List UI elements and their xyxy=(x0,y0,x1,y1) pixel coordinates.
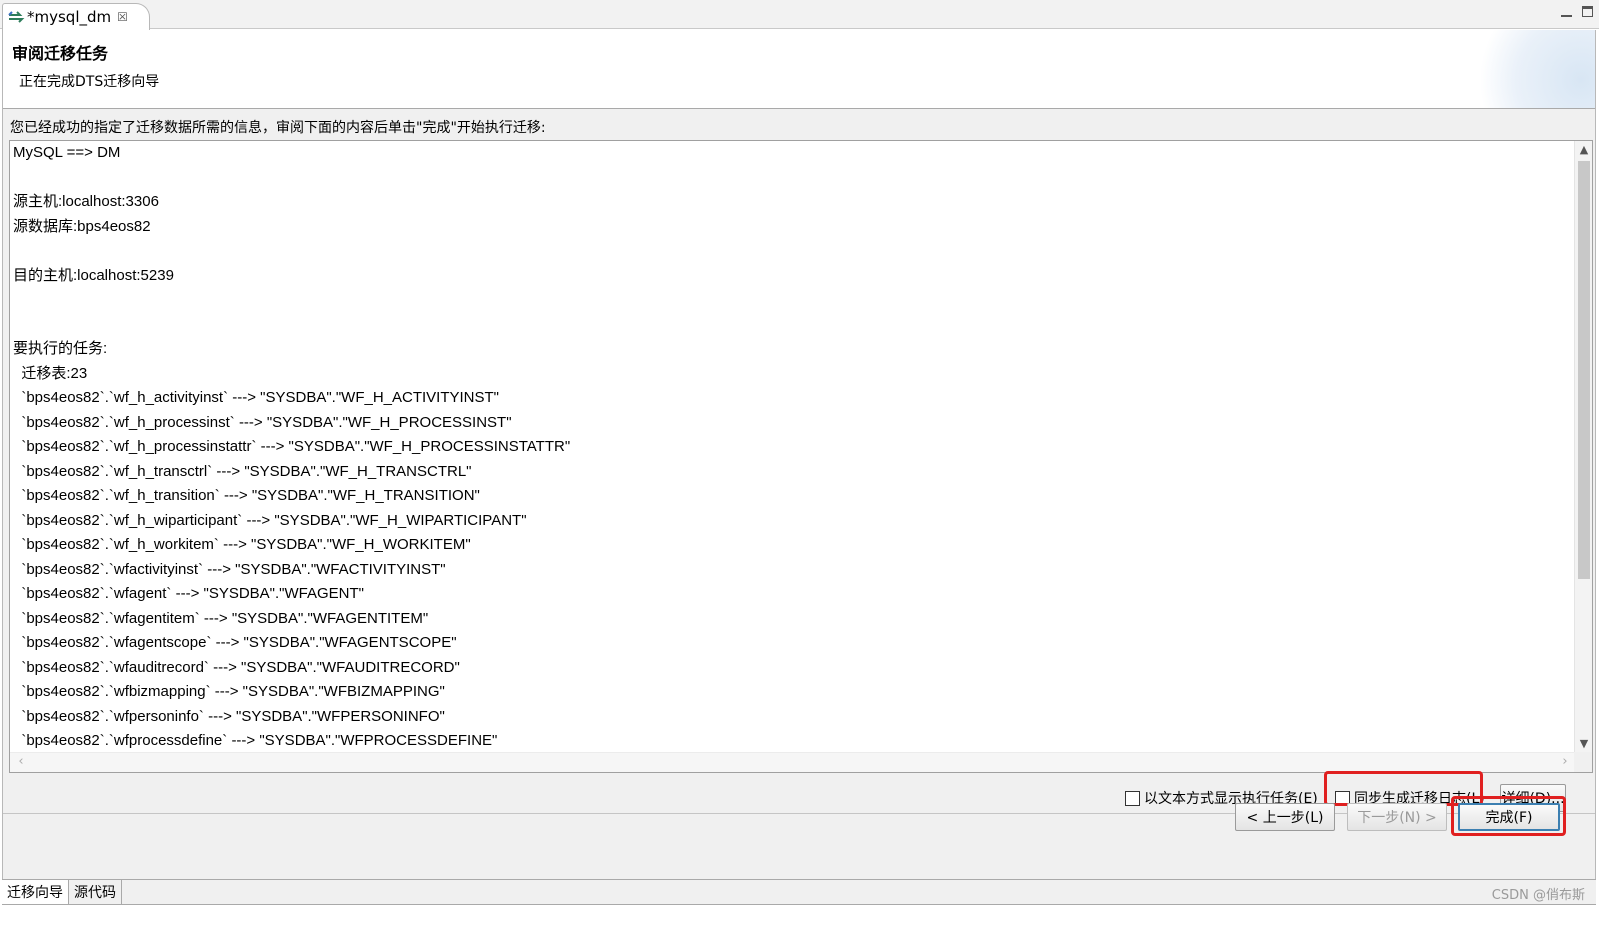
watermark: CSDN @俏布斯 xyxy=(1491,888,1585,903)
horizontal-scrollbar[interactable]: ‹ › xyxy=(10,752,1576,772)
summary-line: `bps4eos82`.`wfagent` ---> "SYSDBA"."WFA… xyxy=(13,585,364,602)
header-decoration xyxy=(1455,30,1595,108)
summary-line: `bps4eos82`.`wfauditrecord` ---> "SYSDBA… xyxy=(13,658,460,676)
scroll-corner xyxy=(1574,752,1592,772)
back-button[interactable]: < 上一步(L) xyxy=(1235,803,1335,831)
finish-highlight xyxy=(1451,796,1566,836)
scroll-up-icon[interactable]: ▲ xyxy=(1578,143,1590,157)
summary-line: 源数据库:bps4eos82 xyxy=(13,217,151,235)
summary-line: `bps4eos82`.`wfpersoninfo` ---> "SYSDBA"… xyxy=(13,707,445,725)
scroll-thumb[interactable] xyxy=(1578,161,1590,579)
scroll-down-icon[interactable]: ▼ xyxy=(1578,737,1590,751)
summary-textarea[interactable]: MySQL ==> DM 源主机:localhost:3306 源数据库:bps4e… xyxy=(9,140,1593,773)
summary-line: `bps4eos82`.`wfagentscope` ---> "SYSDBA"… xyxy=(13,634,457,651)
summary-line: `bps4eos82`.`wfagentitem` ---> "SYSDBA".… xyxy=(13,609,429,627)
migration-arrows-icon xyxy=(8,11,25,23)
summary-line xyxy=(13,239,1563,264)
summary-line: `bps4eos82`.`wfactivityinst` ---> "SYSDB… xyxy=(13,560,446,578)
page-title: 审阅迁移任务 xyxy=(12,44,109,63)
summary-line: 源主机:localhost:3306 xyxy=(13,193,159,210)
scroll-left-icon[interactable]: ‹ xyxy=(14,755,28,769)
summary-line: `bps4eos82`.`wfbizmapping` ---> "SYSDBA"… xyxy=(13,683,445,700)
summary-line: 要执行的任务: xyxy=(13,340,108,357)
editor-tab-title: *mysql_dm xyxy=(27,8,112,26)
summary-line xyxy=(13,166,1563,191)
close-icon[interactable]: ☒ xyxy=(117,10,128,24)
editor-tab-mysql-dm[interactable]: *mysql_dm ☒ xyxy=(2,3,150,30)
editor-tab-bar: *mysql_dm ☒ xyxy=(0,0,1599,30)
summary-line: `bps4eos82`.`wf_h_transition` ---> "SYSD… xyxy=(13,487,480,504)
minimize-icon[interactable] xyxy=(1561,6,1572,17)
summary-line: `bps4eos82`.`wfprocessdefine` ---> "SYSD… xyxy=(13,732,498,749)
summary-line: `bps4eos82`.`wf_h_processinst` ---> "SYS… xyxy=(13,413,512,431)
wizard-header: 审阅迁移任务 正在完成DTS迁移向导 xyxy=(3,30,1595,109)
tab-source-code[interactable]: 源代码 xyxy=(69,880,122,904)
summary-line xyxy=(13,313,1563,338)
show-as-text-checkbox[interactable] xyxy=(1125,790,1140,806)
summary-line: `bps4eos82`.`wf_h_activityinst` ---> "SY… xyxy=(13,389,500,406)
summary-content: MySQL ==> DM 源主机:localhost:3306 源数据库:bps4e… xyxy=(13,141,1563,751)
vertical-scrollbar[interactable]: ▲ ▼ xyxy=(1574,141,1592,753)
next-button[interactable]: 下一步(N) > xyxy=(1347,803,1447,831)
wizard-page: 审阅迁移任务 正在完成DTS迁移向导 您已经成功的指定了迁移数据所需的信息，审阅… xyxy=(2,30,1596,879)
instruction-text: 您已经成功的指定了迁移数据所需的信息，审阅下面的内容后单击"完成"开始执行迁移: xyxy=(10,120,546,136)
page-description: 正在完成DTS迁移向导 xyxy=(19,74,160,90)
summary-line: `bps4eos82`.`wf_h_processinstattr` ---> … xyxy=(13,438,571,455)
tab-migration-wizard[interactable]: 迁移向导 xyxy=(2,880,69,904)
summary-line xyxy=(13,288,1563,313)
summary-line: `bps4eos82`.`wf_h_transctrl` ---> "SYSDB… xyxy=(13,462,472,480)
summary-line: `bps4eos82`.`wf_h_workitem` ---> "SYSDBA… xyxy=(13,536,471,553)
scroll-right-icon[interactable]: › xyxy=(1558,755,1572,769)
summary-line: 目的主机:localhost:5239 xyxy=(13,266,174,284)
summary-line: `bps4eos82`.`wf_h_wiparticipant` ---> "S… xyxy=(13,511,527,529)
bottom-tab-bar: 迁移向导 源代码 xyxy=(2,879,1596,905)
summary-line: MySQL ==> DM xyxy=(13,144,121,161)
maximize-icon[interactable] xyxy=(1582,6,1593,17)
summary-line: 迁移表:23 xyxy=(13,364,88,382)
